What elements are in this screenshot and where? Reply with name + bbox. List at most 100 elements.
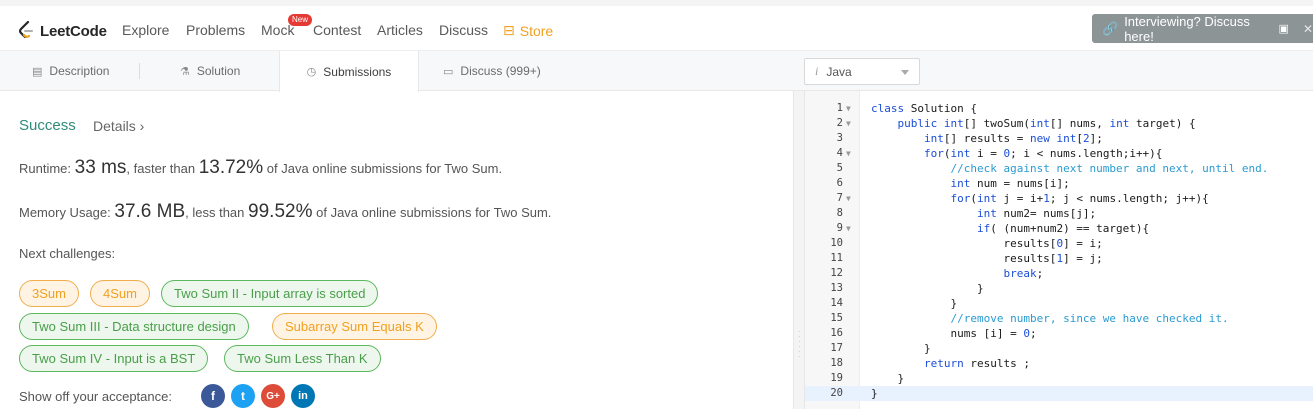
code-line[interactable]: 4 ▼ for(int i = 0; i < nums.length;i++){ <box>805 146 1313 161</box>
drag-handle-icon: · · · · · · <box>798 327 801 361</box>
tab-description-label: Description <box>49 64 110 78</box>
nav-explore[interactable]: Explore <box>122 22 169 38</box>
code-lines: 1 ▼ class Solution {2 ▼ public int[] twoSum… <box>805 101 1313 401</box>
code-line[interactable]: 17 } <box>805 341 1313 356</box>
code-line[interactable]: 7 ▼ for(int j = i+1; j < nums.length; j++… <box>805 191 1313 206</box>
fold-chevron-icon[interactable]: ▼ <box>846 146 851 161</box>
challenge-chip-two-sum-ii[interactable]: Two Sum II - Input array is sorted <box>161 280 379 307</box>
twitter-icon[interactable]: t <box>231 384 255 408</box>
store-icon: ⊟ <box>503 22 515 38</box>
code-text: nums [i] = 0; <box>871 327 1037 340</box>
code-line[interactable]: 5 //check against next number and next, … <box>805 161 1313 176</box>
interview-discuss-banner[interactable]: 🔗 Interviewing? Discuss here! ▣ ✕ <box>1092 14 1313 44</box>
code-line[interactable]: 14 } <box>805 296 1313 311</box>
code-text: break; <box>1003 267 1044 280</box>
code-text: int[] results = new int[2]; <box>923 132 1103 145</box>
line-number: 8 <box>836 207 843 219</box>
fold-chevron-icon[interactable]: ▼ <box>846 221 851 236</box>
details-link[interactable]: Details › <box>93 118 144 134</box>
tab-solution[interactable]: ⚗ Solution <box>180 51 240 91</box>
runtime-stat: Runtime: 33 ms, faster than 13.72% of Ja… <box>19 157 502 179</box>
code-line[interactable]: 6 int num = nums[i]; <box>805 176 1313 191</box>
code-text: class Solution { <box>871 102 977 115</box>
code-line[interactable]: 11 results[1] = j; <box>805 251 1313 266</box>
code-text: //check against next number and next, un… <box>950 162 1269 175</box>
linkedin-icon[interactable]: in <box>291 384 315 408</box>
nav-store[interactable]: ⊟ Store <box>503 22 553 39</box>
code-text: int num = nums[i]; <box>950 177 1070 190</box>
flask-icon: ⚗ <box>180 65 190 78</box>
runtime-label: Runtime: <box>19 161 72 176</box>
challenge-chip-subarray-sum[interactable]: Subarray Sum Equals K <box>272 313 437 340</box>
runtime-suffix: of Java online submissions for Two Sum. <box>266 161 503 176</box>
share-label: Show off your acceptance: <box>19 389 172 404</box>
tab-discuss[interactable]: ▭ Discuss (999+) <box>443 51 541 91</box>
code-line[interactable]: 10 results[0] = i; <box>805 236 1313 251</box>
runtime-percent: 13.72% <box>198 157 264 178</box>
code-line[interactable]: 20} <box>805 386 1313 401</box>
runtime-value: 33 ms <box>74 157 127 178</box>
language-value: Java <box>826 64 852 79</box>
comment-icon: ▭ <box>443 65 454 78</box>
line-number: 10 <box>830 237 843 249</box>
code-line[interactable]: 2 ▼ public int[] twoSum(int[] nums, int t… <box>805 116 1313 131</box>
language-select[interactable]: i Java <box>804 58 920 85</box>
line-number: 2 <box>836 117 843 129</box>
nav-articles[interactable]: Articles <box>377 22 423 38</box>
tab-description[interactable]: ▤ Description <box>32 51 109 91</box>
challenge-chip-3sum[interactable]: 3Sum <box>19 280 79 307</box>
nav-problems[interactable]: Problems <box>186 22 245 38</box>
challenge-chip-two-sum-iv[interactable]: Two Sum IV - Input is a BST <box>19 345 209 372</box>
code-text: } <box>871 372 905 385</box>
tab-submissions[interactable]: ◷ Submissions <box>279 51 419 92</box>
tab-submissions-label: Submissions <box>323 64 392 79</box>
memory-stat: Memory Usage: 37.6 MB, less than 99.52% … <box>19 201 551 223</box>
code-line[interactable]: 18 return results ; <box>805 356 1313 371</box>
code-line[interactable]: 19 } <box>805 371 1313 386</box>
fold-chevron-icon[interactable]: ▼ <box>846 101 851 116</box>
code-line[interactable]: 12 break; <box>805 266 1313 281</box>
line-number: 18 <box>830 357 843 369</box>
facebook-icon[interactable]: f <box>201 384 225 408</box>
challenge-chip-two-sum-iii[interactable]: Two Sum III - Data structure design <box>19 313 249 340</box>
nav-discuss[interactable]: Discuss <box>439 22 488 38</box>
chat-icon: ▣ <box>1278 23 1289 35</box>
code-line[interactable]: 13 } <box>805 281 1313 296</box>
challenge-chip-4sum[interactable]: 4Sum <box>90 280 150 307</box>
code-text: if( (num+num2) == target){ <box>976 222 1150 235</box>
description-icon: ▤ <box>32 65 43 78</box>
line-number: 19 <box>830 372 843 384</box>
memory-percent: 99.52% <box>248 201 313 222</box>
clock-icon: ◷ <box>306 66 317 78</box>
code-text: for(int j = i+1; j < nums.length; j++){ <box>950 192 1209 205</box>
code-line[interactable]: 15 //remove number, since we have checke… <box>805 311 1313 326</box>
line-number: 14 <box>830 297 843 309</box>
code-text: for(int i = 0; i < nums.length;i++){ <box>923 147 1163 160</box>
google-plus-icon[interactable]: G+ <box>261 384 285 408</box>
code-editor[interactable]: 1 ▼ class Solution {2 ▼ public int[] twoSum… <box>805 91 1313 409</box>
line-number: 17 <box>830 342 843 354</box>
code-text: results[1] = j; <box>871 252 1103 265</box>
line-number: 7 <box>836 192 843 204</box>
code-line[interactable]: 9 ▼ if( (num+num2) == target){ <box>805 221 1313 236</box>
memory-middle: , less than <box>185 205 245 220</box>
fold-chevron-icon[interactable]: ▼ <box>846 191 851 206</box>
problem-tabs: ▤ Description ⚗ Solution ◷ Submissions ▭… <box>0 51 795 92</box>
memory-label: Memory Usage: <box>19 205 111 220</box>
nav-contest[interactable]: Contest <box>313 22 361 38</box>
code-line[interactable]: 8 int num2= nums[j]; <box>805 206 1313 221</box>
code-line[interactable]: 16 nums [i] = 0; <box>805 326 1313 341</box>
code-line[interactable]: 3 int[] results = new int[2]; <box>805 131 1313 146</box>
code-text: int num2= nums[j]; <box>976 207 1097 220</box>
panel-splitter[interactable]: · · · · · · <box>793 91 805 409</box>
leetcode-logo[interactable]: LeetCode <box>18 20 107 42</box>
chevron-down-icon <box>901 70 909 75</box>
link-icon: 🔗 <box>1102 20 1119 36</box>
logo-text: LeetCode <box>40 22 107 40</box>
close-icon[interactable]: ✕ <box>1303 22 1313 36</box>
fold-chevron-icon[interactable]: ▼ <box>846 116 851 131</box>
code-line[interactable]: 1 ▼ class Solution { <box>805 101 1313 116</box>
line-number: 6 <box>836 177 843 189</box>
challenge-chip-two-sum-less-than-k[interactable]: Two Sum Less Than K <box>224 345 381 372</box>
new-badge: New <box>288 14 313 26</box>
